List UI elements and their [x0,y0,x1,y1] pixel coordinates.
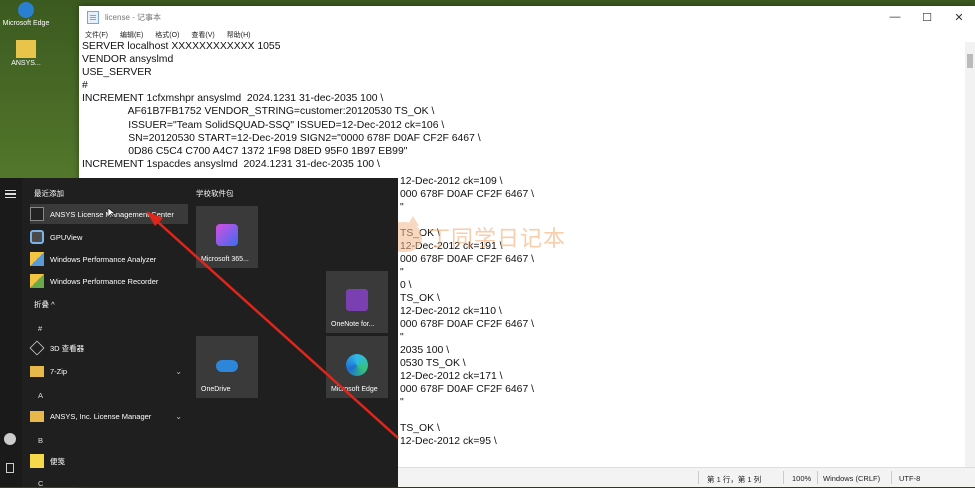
mouse-cursor-icon [108,208,116,218]
red-arrow-annotation [146,211,399,439]
